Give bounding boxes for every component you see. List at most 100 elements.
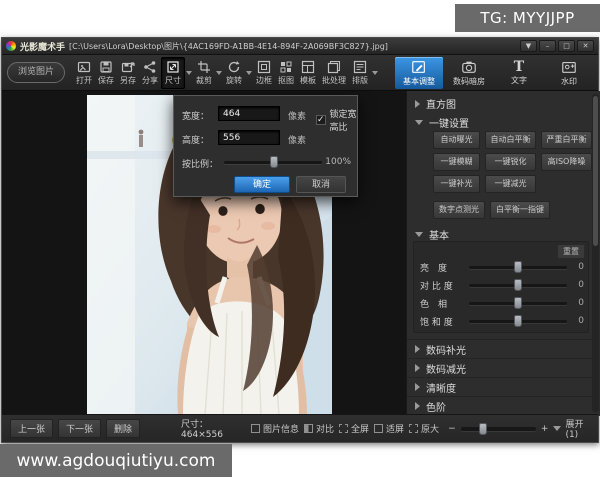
share-label: 分享 [142, 75, 158, 86]
border-icon [257, 60, 271, 74]
brightness-slider[interactable] [469, 266, 567, 269]
height-unit: 像素 [288, 133, 306, 146]
reset-button[interactable]: 重置 [557, 244, 585, 259]
auto-white-balance-button[interactable]: 自动白平衡 [485, 131, 536, 149]
batch-button[interactable]: 批处理 [319, 58, 349, 88]
cancel-button[interactable]: 取消 [296, 176, 346, 193]
auto-exposure-button[interactable]: 自动曝光 [433, 131, 480, 149]
section-digital-fill-light[interactable]: 数码补光 [407, 339, 593, 358]
compare-button[interactable]: 对比 [304, 422, 334, 435]
save-button[interactable]: 保存 [95, 58, 117, 88]
tab-text[interactable]: T 文字 [495, 57, 543, 89]
tab-basic-adjust[interactable]: 基本调整 [395, 57, 443, 89]
contrast-slider-row: 对 比 度 0 [420, 278, 584, 292]
zoom-out-button[interactable]: − [448, 424, 456, 434]
resize-dropdown-icon[interactable] [186, 71, 192, 75]
template-button[interactable]: 模板 [297, 58, 319, 88]
section-oneclick[interactable]: 一键设置 [415, 115, 469, 130]
previous-image-button[interactable]: 上一张 [10, 419, 53, 438]
tab-watermark-label: 水印 [561, 76, 577, 87]
tab-basic-label: 基本调整 [403, 76, 435, 87]
fit-screen-icon [374, 424, 383, 433]
ok-button[interactable]: 确定 [234, 176, 290, 193]
slider-thumb[interactable] [514, 261, 522, 273]
ratio-slider[interactable] [224, 161, 322, 164]
delete-image-button[interactable]: 删除 [106, 419, 140, 438]
tab-watermark[interactable]: 水印 [545, 57, 593, 89]
expand-arrow-icon [553, 426, 561, 431]
oneclick-sharpen-button[interactable]: 一键锐化 [485, 153, 536, 171]
rotate-button[interactable]: 旋转 [223, 58, 245, 88]
titlebar: 光影魔术手 [C:\Users\Lora\Desktop\图片\{4AC169F… [2, 38, 598, 55]
zoom-in-button[interactable]: + [541, 424, 549, 434]
toolbar-overflow-icon[interactable] [372, 71, 378, 75]
camera-icon [461, 59, 477, 75]
fit-screen-button[interactable]: 适屏 [374, 422, 404, 435]
save-as-label: 另存 [120, 75, 136, 86]
slider-thumb[interactable] [514, 315, 522, 327]
open-label: 打开 [76, 75, 92, 86]
section-digital-reduce-light[interactable]: 数码减光 [407, 358, 593, 377]
maximize-button[interactable]: □ [558, 40, 575, 52]
batch-label: 批处理 [322, 75, 346, 86]
scrollbar-thumb[interactable] [593, 96, 598, 246]
width-input[interactable] [218, 106, 280, 121]
crop-button[interactable]: 裁剪 [193, 58, 215, 88]
brightness-label: 亮 度 [420, 261, 464, 274]
save-icon [99, 60, 113, 74]
share-button[interactable]: 分享 [139, 58, 161, 88]
hue-slider[interactable] [469, 302, 567, 305]
next-image-button[interactable]: 下一张 [58, 419, 101, 438]
slider-thumb[interactable] [514, 279, 522, 291]
crop-dropdown-icon[interactable] [216, 71, 222, 75]
close-button[interactable]: ✕ [577, 40, 594, 52]
slider-thumb[interactable] [514, 297, 522, 309]
oneclick-fill-light-button[interactable]: 一键补光 [433, 175, 480, 193]
menu-button[interactable]: ▼ [520, 40, 537, 52]
collapsed-arrow-icon [415, 345, 420, 353]
checkbox-check-icon: ✓ [316, 115, 326, 125]
severe-white-balance-button[interactable]: 严重白平衡 [541, 131, 592, 149]
hue-label: 色 相 [420, 297, 464, 310]
tab-digital-darkroom[interactable]: 数码暗房 [445, 57, 493, 89]
section-basic[interactable]: 基本 [415, 227, 449, 242]
contrast-slider[interactable] [469, 284, 567, 287]
main-area: 直方图 一键设置 自动曝光 自动白平衡 严重白平衡 一键模糊 一键锐化 高ISO… [2, 91, 600, 416]
image-info-button[interactable]: 图片信息 [251, 422, 299, 435]
layout-icon [353, 60, 367, 74]
zoom-slider-thumb[interactable] [479, 423, 487, 435]
lock-aspect-checkbox[interactable]: ✓ 锁定宽高比 [316, 107, 357, 133]
fullscreen-button[interactable]: 全屏 [339, 422, 369, 435]
white-balance-one-key-button[interactable]: 白平衡一指键 [490, 201, 550, 219]
height-input[interactable] [218, 130, 280, 145]
section-levels[interactable]: 色阶 [407, 396, 593, 415]
section-histogram[interactable]: 直方图 [415, 96, 456, 111]
layout-label: 排版 [352, 75, 368, 86]
layout-button[interactable]: 排版 [349, 58, 371, 88]
border-button[interactable]: 边框 [253, 58, 275, 88]
digital-spot-meter-button[interactable]: 数字点测光 [433, 201, 485, 219]
cutout-button[interactable]: 抠图 [275, 58, 297, 88]
width-label: 宽度： [182, 109, 209, 122]
panel-scrollbar[interactable] [592, 94, 599, 412]
resize-label: 尺寸 [165, 75, 181, 86]
resize-button[interactable]: 尺寸 [161, 57, 185, 89]
zoom-slider[interactable] [461, 427, 536, 431]
rotate-dropdown-icon[interactable] [246, 71, 252, 75]
text-icon: T [514, 60, 524, 74]
section-clarity[interactable]: 清晰度 [407, 377, 593, 396]
expand-control[interactable]: 展开(1) [553, 417, 590, 440]
original-size-button[interactable]: 原大 [409, 422, 439, 435]
saturation-slider[interactable] [469, 320, 567, 323]
browse-images-button[interactable]: 浏览图片 [7, 62, 65, 83]
minimize-button[interactable]: – [539, 40, 556, 52]
open-button[interactable]: 打开 [73, 58, 95, 88]
high-iso-denoise-button[interactable]: 高ISO降噪 [541, 153, 592, 171]
ratio-slider-thumb[interactable] [270, 156, 278, 168]
oneclick-reduce-light-button[interactable]: 一键减光 [485, 175, 536, 193]
screenshot-stage: TG: MYYJJPP 光影魔术手 [C:\Users\Lora\Desktop… [0, 0, 600, 480]
width-unit: 像素 [288, 109, 306, 122]
resize-icon [166, 60, 180, 74]
save-as-button[interactable]: 另存 [117, 58, 139, 88]
oneclick-blur-button[interactable]: 一键模糊 [433, 153, 480, 171]
